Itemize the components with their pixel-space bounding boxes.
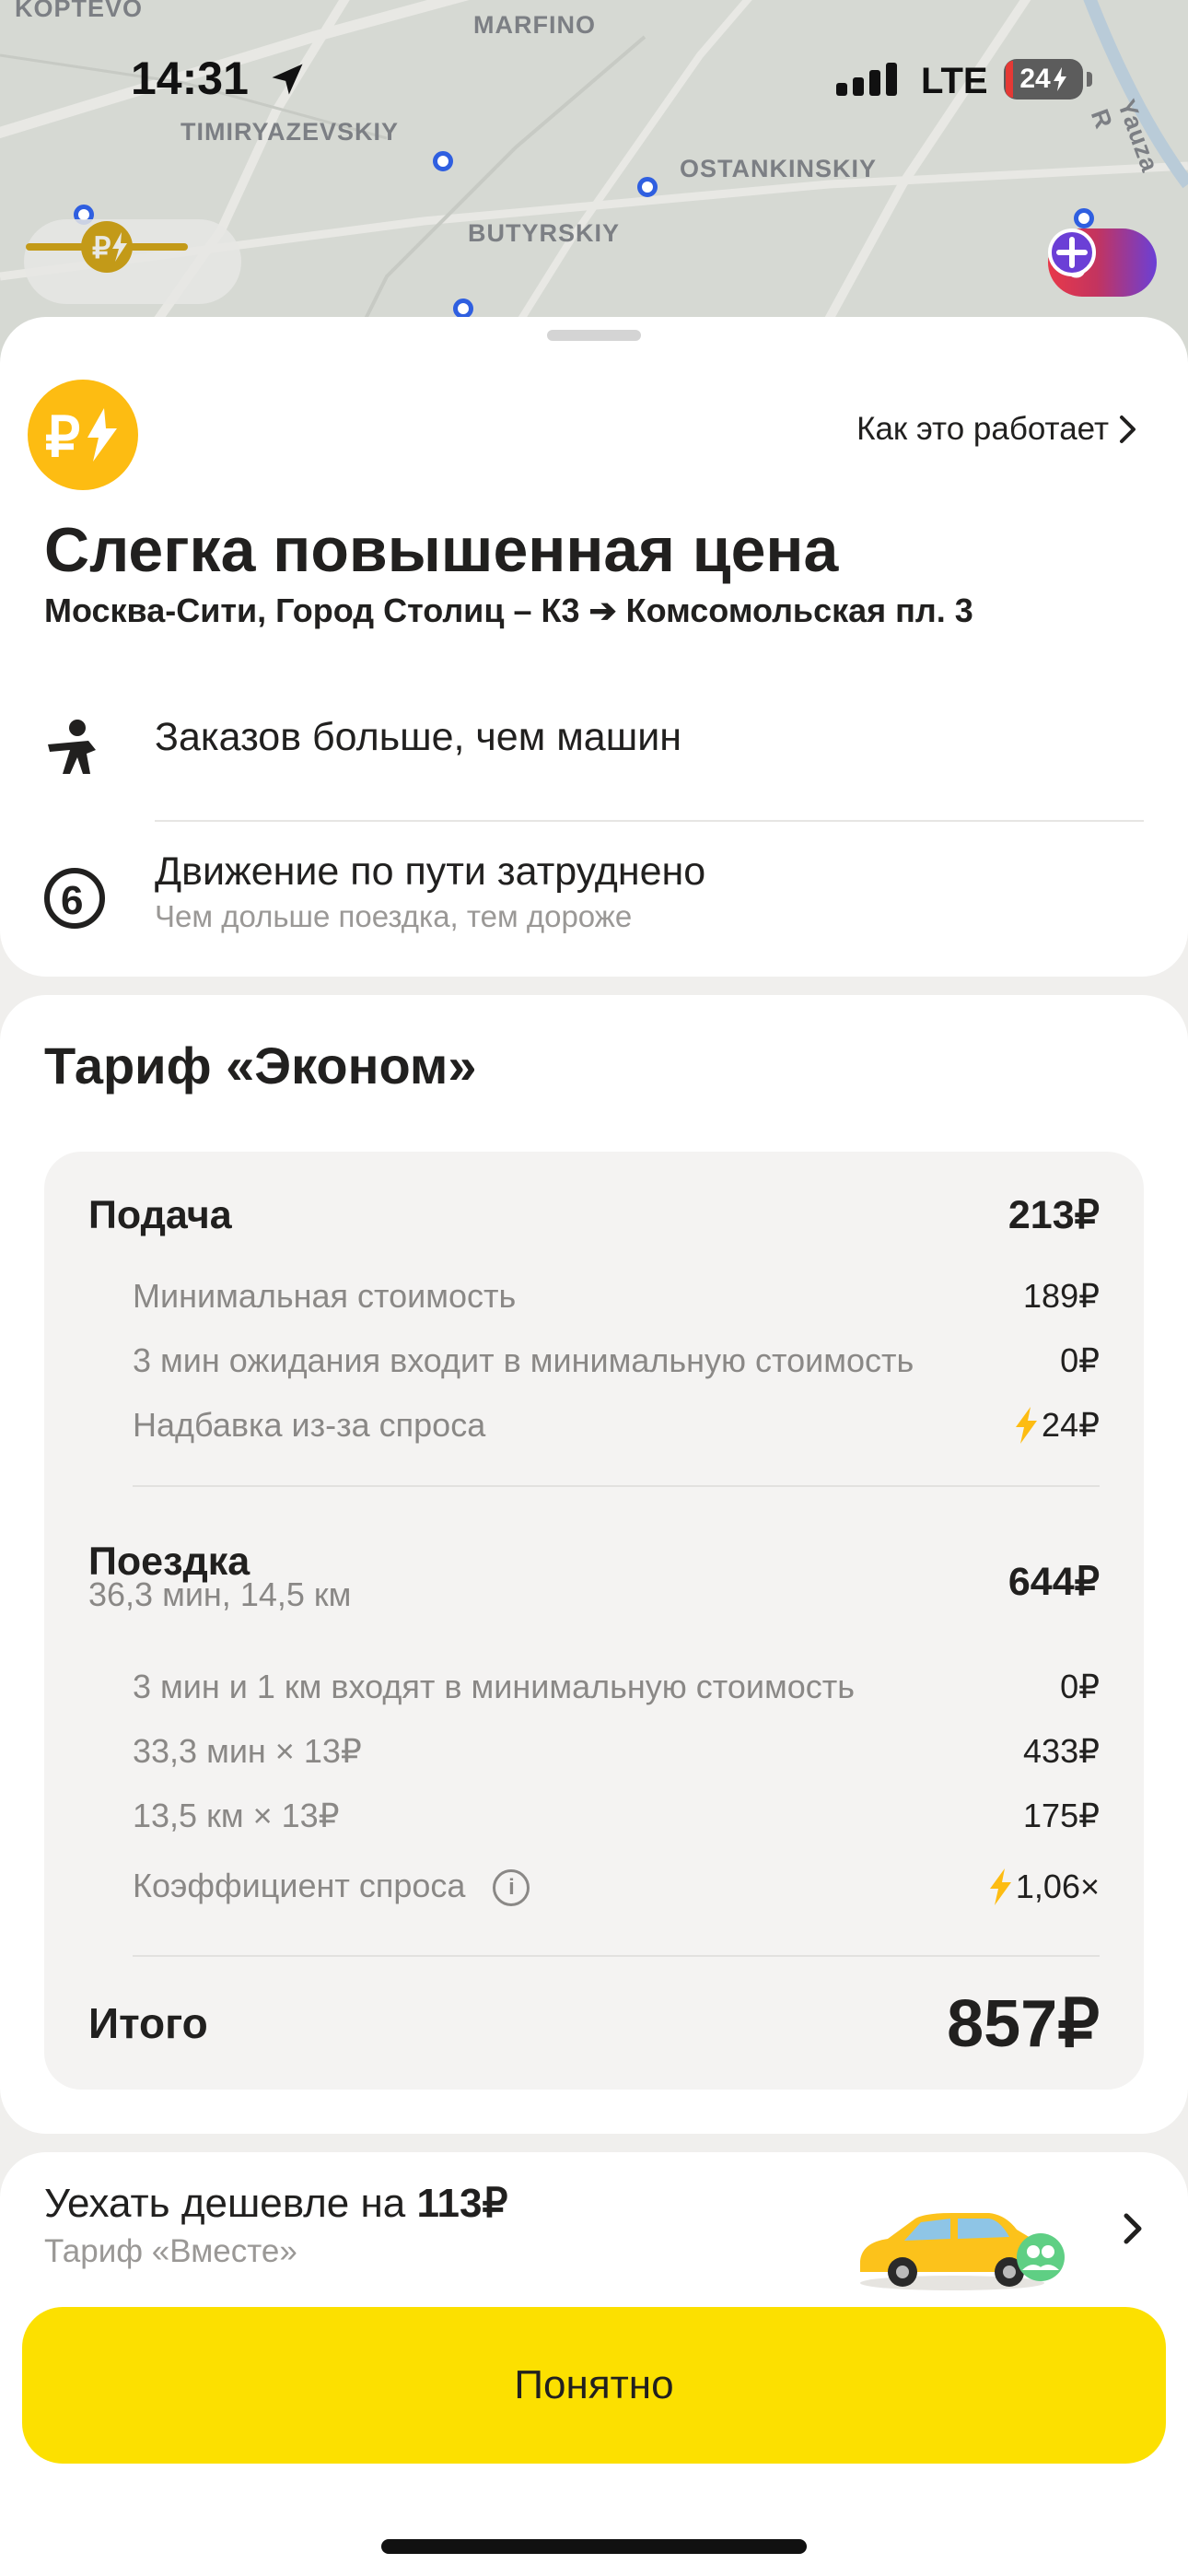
item-value: 175₽ <box>1023 1797 1100 1834</box>
battery-level: 24 <box>1019 64 1051 94</box>
divider <box>133 1485 1100 1487</box>
plus-icon <box>1048 228 1096 276</box>
map-label: KOPTEVO <box>15 0 144 22</box>
network-type: LTE <box>921 61 988 101</box>
item-value-surge: 24₽ <box>1012 1406 1100 1445</box>
map-label: TIMIRYAZEVSKIY <box>181 118 400 146</box>
sheet-grabber[interactable] <box>547 330 641 341</box>
ok-button[interactable]: Понятно <box>22 2307 1166 2464</box>
surge-title: Слегка повышенная цена <box>44 515 839 585</box>
total-value: 857₽ <box>947 1987 1100 2061</box>
item-label: Коэффициент спроса <box>133 1867 466 1904</box>
breakdown-item: 33,3 мин × 13₽ 433₽ <box>88 1732 1100 1771</box>
map-route-point <box>1074 208 1094 228</box>
chevron-right-icon <box>1120 416 1136 443</box>
item-label: 33,3 мин × 13₽ <box>133 1732 362 1770</box>
item-label: Надбавка из-за спроса <box>133 1406 486 1444</box>
cheaper-amount: 113₽ <box>416 2181 508 2226</box>
cheaper-subtitle: Тариф «Вместе» <box>44 2233 297 2269</box>
traffic-jam-icon: 6 <box>42 866 107 934</box>
item-value: 1,06× <box>1015 1867 1100 1905</box>
breakdown-item: 13,5 км × 13₽ 175₽ <box>88 1797 1100 1835</box>
breakdown-item: 3 мин и 1 км входят в минимальную стоимо… <box>88 1668 1100 1706</box>
divider <box>155 820 1144 822</box>
status-time: 14:31 <box>131 53 249 104</box>
map-route-point <box>433 151 453 171</box>
lightning-icon <box>1016 1407 1038 1444</box>
tariff-title: Тариф «Эконом» <box>44 1036 477 1095</box>
item-value: 24₽ <box>1042 1406 1100 1444</box>
item-value-surge: 1,06× <box>986 1868 1100 1906</box>
cheaper-prefix: Уехать дешевле на <box>44 2181 417 2226</box>
price-breakdown: Подача 213₽ Минимальная стоимость 189₽ 3… <box>44 1152 1144 2090</box>
total-label: Итого <box>88 1999 208 2047</box>
item-value: 0₽ <box>1060 1668 1100 1705</box>
surge-map-indicator[interactable]: ₽ <box>24 219 241 304</box>
item-label: 13,5 км × 13₽ <box>133 1797 340 1834</box>
item-label: 3 мин ожидания входит в минимальную стои… <box>133 1341 914 1379</box>
reason-subtitle: Чем дольше поездка, тем дороже <box>155 899 633 933</box>
breakdown-item: Надбавка из-за спроса 24₽ <box>88 1406 1100 1445</box>
how-it-works-label: Как это работает <box>856 411 1109 447</box>
map-route-point <box>637 177 658 197</box>
tariff-breakdown-card: Тариф «Эконом» Подача 213₽ Минимальная с… <box>0 995 1188 2134</box>
item-value: 0₽ <box>1060 1341 1100 1379</box>
pointing-person-icon <box>42 717 107 785</box>
total-row: Итого 857₽ <box>88 1985 1100 2062</box>
battery-indicator: 24 <box>1004 59 1083 100</box>
lightning-icon <box>989 1868 1011 1905</box>
info-icon[interactable]: i <box>493 1869 530 1907</box>
divider <box>133 1955 1100 1957</box>
pickup-value: 213₽ <box>1007 1193 1100 1237</box>
ride-meta: 36,3 мин, 14,5 км <box>88 1575 352 1613</box>
map-route-point <box>453 299 473 319</box>
chevron-right-icon <box>1122 2211 1144 2250</box>
svg-text:₽: ₽ <box>92 231 111 264</box>
item-value: 433₽ <box>1023 1732 1100 1770</box>
map-label: OSTANKINSKIY <box>680 155 878 182</box>
breakdown-item: 3 мин ожидания входит в минимальную стои… <box>88 1341 1100 1380</box>
item-label: Минимальная стоимость <box>133 1277 517 1315</box>
ride-value: 644₽ <box>1007 1560 1100 1604</box>
pickup-label: Подача <box>88 1192 232 1237</box>
pickup-row: Подача 213₽ <box>88 1192 1100 1238</box>
battery-tip <box>1087 72 1092 87</box>
map-label: BUTYRSKIY <box>468 219 621 247</box>
item-label-with-info: Коэффициент спроса i <box>88 1867 530 1907</box>
breakdown-item: Минимальная стоимость 189₽ <box>88 1277 1100 1316</box>
home-indicator[interactable] <box>381 2539 807 2554</box>
plus-points-button[interactable]: 0 <box>1048 228 1157 297</box>
surge-ruble-icon: ₽ <box>26 221 188 273</box>
how-it-works-link[interactable]: Как это работает <box>856 411 1138 448</box>
item-value: 189₽ <box>1023 1277 1100 1315</box>
cheaper-tariff-option[interactable]: Уехать дешевле на 113₽ Тариф «Вместе» <box>0 2152 1188 2290</box>
svg-text:6: 6 <box>61 878 83 923</box>
cheaper-title: Уехать дешевле на 113₽ <box>44 2180 507 2227</box>
cheaper-option-card: Уехать дешевле на 113₽ Тариф «Вместе» По… <box>0 2152 1188 2576</box>
yellow-car-icon <box>851 2204 1072 2296</box>
surge-explanation-sheet: ₽ Как это работает Слегка повышенная цен… <box>0 317 1188 977</box>
breakdown-item: Коэффициент спроса i 1,06× <box>88 1867 1100 1907</box>
svg-text:₽: ₽ <box>45 406 80 467</box>
reason-title: Движение по пути затруднено <box>155 849 706 894</box>
map-label: MARFINO <box>473 11 596 39</box>
route-summary: Москва-Сити, Город Столиц – К3 ➔ Комсомо… <box>44 591 973 629</box>
item-label: 3 мин и 1 км входят в минимальную стоимо… <box>133 1668 855 1705</box>
surge-price-icon: ₽ <box>28 380 138 490</box>
reason-title: Заказов больше, чем машин <box>155 715 681 759</box>
